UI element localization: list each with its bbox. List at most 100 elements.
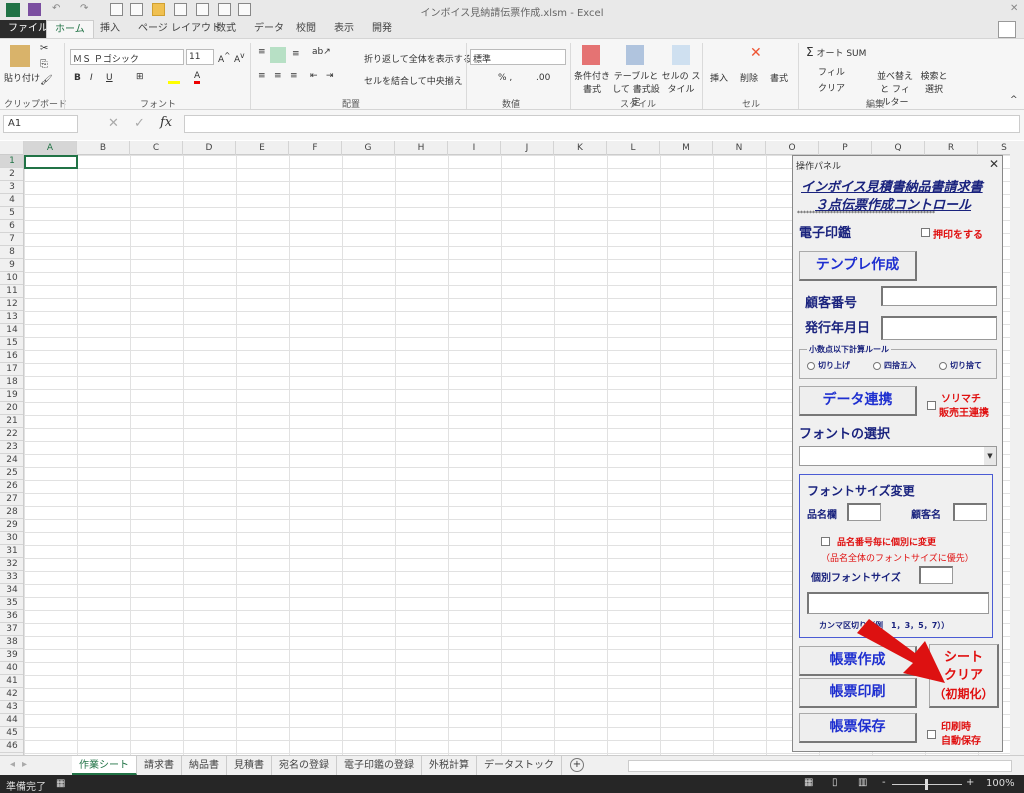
column-header[interactable]: D: [183, 141, 236, 155]
grow-font-icon[interactable]: A^: [218, 51, 230, 65]
row-header[interactable]: 28: [0, 506, 23, 519]
cell-styles-button[interactable]: セルの スタイル: [660, 69, 702, 95]
customer-number-input[interactable]: [881, 286, 997, 306]
row-header[interactable]: 18: [0, 376, 23, 389]
row-header[interactable]: 1: [0, 155, 23, 168]
row-header[interactable]: 32: [0, 558, 23, 571]
row-header[interactable]: 4: [0, 194, 23, 207]
autosum-button[interactable]: Σ オート SUM: [806, 45, 866, 59]
clear-button[interactable]: クリア: [818, 81, 845, 94]
font-select-dropdown[interactable]: ▼: [799, 446, 997, 466]
merge-center-button[interactable]: セルを結合して中央揃え: [364, 74, 463, 87]
shrink-font-icon[interactable]: Av: [234, 51, 245, 65]
row-header[interactable]: 21: [0, 415, 23, 428]
data-link-button[interactable]: データ連携: [799, 386, 917, 416]
row-header[interactable]: 33: [0, 571, 23, 584]
individual-checkbox[interactable]: [821, 537, 830, 546]
insert-cells-button[interactable]: 挿入: [710, 71, 728, 84]
column-header[interactable]: Q: [872, 141, 925, 155]
template-create-button[interactable]: テンプレ作成: [799, 251, 917, 281]
zoom-in-icon[interactable]: +: [966, 777, 974, 788]
row-header[interactable]: 41: [0, 675, 23, 688]
row-header[interactable]: 39: [0, 649, 23, 662]
radio-round-up[interactable]: 切り上げ: [807, 360, 850, 371]
align-left-icon[interactable]: ≡: [258, 71, 266, 81]
font-color-icon[interactable]: A: [194, 71, 201, 84]
sheet-scroll-left-icon[interactable]: ◂: [10, 759, 15, 770]
row-header[interactable]: 5: [0, 207, 23, 220]
row-header[interactable]: 30: [0, 532, 23, 545]
borders-icon[interactable]: ⊞: [136, 72, 144, 82]
row-header[interactable]: 6: [0, 220, 23, 233]
customer-name-size-input[interactable]: [953, 503, 987, 521]
row-header[interactable]: 17: [0, 363, 23, 376]
decimal-icon[interactable]: .00: [536, 73, 550, 83]
select-all-corner[interactable]: [0, 141, 24, 155]
column-header[interactable]: A: [24, 141, 77, 155]
zoom-slider-thumb[interactable]: [925, 779, 928, 790]
row-header[interactable]: 10: [0, 272, 23, 285]
column-header[interactable]: M: [660, 141, 713, 155]
sheet-tab[interactable]: 電子印鑑の登録: [337, 756, 422, 775]
wrap-text-button[interactable]: 折り返して全体を表示する: [364, 52, 472, 65]
format-table-icon[interactable]: [626, 45, 644, 65]
align-middle-icon[interactable]: [270, 47, 286, 63]
page-layout-view-icon[interactable]: ▯: [832, 777, 838, 788]
percent-icon[interactable]: % ,: [498, 73, 512, 83]
bold-button[interactable]: B: [74, 73, 81, 83]
column-header[interactable]: J: [501, 141, 554, 155]
number-format-select[interactable]: 標準: [470, 49, 566, 65]
close-window-icon[interactable]: ✕: [1010, 3, 1018, 14]
collapse-ribbon-icon[interactable]: ^: [1010, 95, 1018, 105]
row-header[interactable]: 29: [0, 519, 23, 532]
row-header[interactable]: 43: [0, 701, 23, 714]
row-header[interactable]: 16: [0, 350, 23, 363]
copy-icon[interactable]: ⎘: [40, 59, 48, 70]
new-sheet-icon[interactable]: +: [570, 758, 584, 772]
paste-icon[interactable]: [10, 45, 30, 67]
font-size-select[interactable]: 11: [186, 49, 214, 65]
row-header[interactable]: 22: [0, 428, 23, 441]
align-bottom-icon[interactable]: ≡: [292, 49, 300, 59]
column-header[interactable]: H: [395, 141, 448, 155]
row-header[interactable]: 11: [0, 285, 23, 298]
conditional-format-button[interactable]: 条件付き 書式: [572, 69, 612, 95]
zoom-out-icon[interactable]: -: [882, 777, 886, 788]
column-header[interactable]: K: [554, 141, 607, 155]
account-avatar[interactable]: [998, 21, 1016, 38]
column-header[interactable]: P: [819, 141, 872, 155]
format-painter-icon[interactable]: 🖌: [40, 75, 53, 86]
row-header[interactable]: 25: [0, 467, 23, 480]
row-header[interactable]: 26: [0, 480, 23, 493]
link-checkbox[interactable]: [927, 401, 936, 410]
tab-developer[interactable]: 開発: [364, 20, 400, 38]
align-right-icon[interactable]: ≡: [290, 71, 298, 81]
column-header[interactable]: C: [130, 141, 183, 155]
save-form-button[interactable]: 帳票保存: [799, 713, 917, 743]
orientation-icon[interactable]: ab↗: [312, 47, 331, 57]
column-header[interactable]: N: [713, 141, 766, 155]
sheet-scroll-right-icon[interactable]: ▸: [22, 759, 27, 770]
sheet-tab[interactable]: 作業シート: [72, 756, 137, 775]
row-header[interactable]: 36: [0, 610, 23, 623]
row-header[interactable]: 42: [0, 688, 23, 701]
conditional-format-icon[interactable]: [582, 45, 600, 65]
insert-function-button[interactable]: fx: [160, 115, 172, 130]
find-select-button[interactable]: 検索と 選択: [920, 69, 948, 95]
row-header[interactable]: 2: [0, 168, 23, 181]
row-header[interactable]: 27: [0, 493, 23, 506]
row-header[interactable]: 8: [0, 246, 23, 259]
zoom-slider[interactable]: [892, 779, 962, 790]
column-header[interactable]: R: [925, 141, 978, 155]
stamp-checkbox[interactable]: [921, 228, 930, 237]
row-header[interactable]: 35: [0, 597, 23, 610]
row-header[interactable]: 19: [0, 389, 23, 402]
column-header[interactable]: B: [77, 141, 130, 155]
column-header[interactable]: E: [236, 141, 289, 155]
column-header[interactable]: O: [766, 141, 819, 155]
macro-record-icon[interactable]: ▦: [56, 778, 65, 789]
underline-button[interactable]: U: [106, 73, 113, 83]
decrease-indent-icon[interactable]: ⇤: [310, 71, 318, 81]
column-header[interactable]: L: [607, 141, 660, 155]
row-header[interactable]: 24: [0, 454, 23, 467]
